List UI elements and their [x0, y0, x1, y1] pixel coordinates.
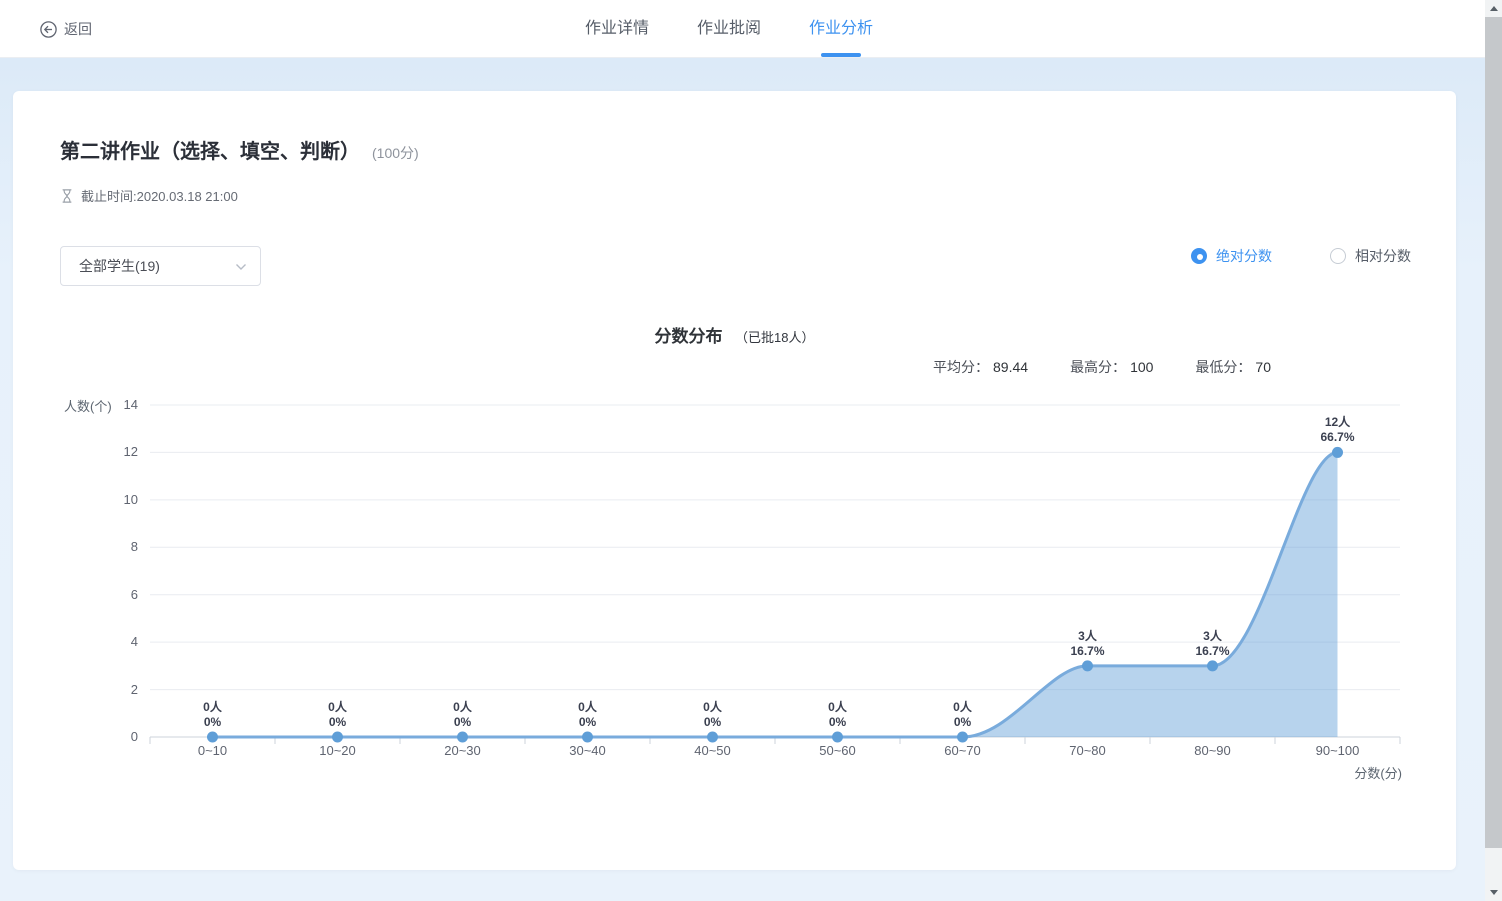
x-tick-label: 80~90	[1151, 743, 1275, 758]
y-tick-label: 4	[88, 634, 138, 649]
stat-max: 最高分：100	[1070, 357, 1153, 377]
tab-assignment-review[interactable]: 作业批阅	[697, 0, 761, 58]
vertical-scrollbar[interactable]	[1485, 0, 1502, 901]
student-filter-select[interactable]: 全部学生(19)	[60, 246, 261, 286]
x-tick-label: 30~40	[526, 743, 650, 758]
hourglass-icon	[60, 188, 74, 204]
data-point-label: 3人16.7%	[1043, 629, 1133, 659]
data-point-label: 0人0%	[293, 700, 383, 730]
chart-subtitle: （已批18人）	[735, 330, 814, 345]
y-tick-label: 6	[88, 587, 138, 602]
score-stats-row: 平均分：89.44 最高分：100 最低分：70	[933, 357, 1271, 377]
x-tick-label: 60~70	[901, 743, 1025, 758]
data-point-label: 0人0%	[918, 700, 1008, 730]
data-point-label: 0人0%	[543, 700, 633, 730]
assignment-total-score: (100分)	[372, 143, 419, 163]
x-tick-label: 10~20	[276, 743, 400, 758]
scrollbar-up-button[interactable]	[1485, 0, 1502, 17]
x-tick-label: 20~30	[401, 743, 525, 758]
y-tick-label: 14	[88, 397, 138, 412]
scrollbar-down-button[interactable]	[1485, 884, 1502, 901]
student-filter-value: 全部学生(19)	[79, 256, 160, 276]
radio-label: 相对分数	[1355, 246, 1411, 266]
stat-min: 最低分：70	[1195, 357, 1271, 377]
data-point-label: 0人0%	[418, 700, 508, 730]
back-button[interactable]: 返回	[40, 0, 92, 58]
radio-label: 绝对分数	[1216, 246, 1272, 266]
y-tick-label: 12	[88, 444, 138, 459]
radio-circle-icon	[1330, 248, 1346, 264]
scroll-up-icon	[1490, 6, 1498, 11]
radio-circle-icon	[1191, 248, 1207, 264]
y-tick-label: 8	[88, 539, 138, 554]
radio-absolute-score[interactable]: 绝对分数	[1191, 246, 1272, 266]
assignment-title-row: 第二讲作业（选择、填空、判断） (100分)	[60, 135, 419, 164]
top-navigation-bar: 返回 作业详情 作业批阅 作业分析	[0, 0, 1485, 58]
y-tick-label: 10	[88, 492, 138, 507]
analysis-card: 第二讲作业（选择、填空、判断） (100分) 截止时间:2020.03.18 2…	[13, 91, 1456, 870]
data-point-label: 0人0%	[168, 700, 258, 730]
deadline-text: 截止时间:2020.03.18 21:00	[81, 186, 238, 205]
y-tick-label: 2	[88, 682, 138, 697]
deadline-row: 截止时间:2020.03.18 21:00	[60, 186, 238, 205]
x-tick-label: 40~50	[651, 743, 775, 758]
x-tick-label: 70~80	[1026, 743, 1150, 758]
assignment-title: 第二讲作业（选择、填空、判断）	[60, 135, 360, 164]
data-point-label: 3人16.7%	[1168, 629, 1258, 659]
data-point-label: 0人0%	[668, 700, 758, 730]
y-tick-label: 0	[88, 729, 138, 744]
score-distribution-chart: 人数(个) 分数(分) 024681012140~1010~2020~3030~…	[150, 405, 1400, 817]
tab-assignment-details[interactable]: 作业详情	[585, 0, 649, 58]
radio-relative-score[interactable]: 相对分数	[1330, 246, 1411, 266]
x-tick-label: 90~100	[1276, 743, 1400, 758]
tab-assignment-analysis[interactable]: 作业分析	[809, 0, 873, 58]
back-arrow-icon	[40, 21, 57, 38]
tab-bar: 作业详情 作业批阅 作业分析	[585, 0, 873, 58]
back-label: 返回	[64, 19, 92, 39]
chart-title: 分数分布	[655, 327, 723, 346]
x-tick-label: 0~10	[151, 743, 275, 758]
x-tick-label: 50~60	[776, 743, 900, 758]
scroll-down-icon	[1490, 890, 1498, 895]
chevron-down-icon	[235, 263, 247, 271]
x-axis-label: 分数(分)	[1354, 763, 1402, 782]
data-point-label: 0人0%	[793, 700, 883, 730]
score-mode-radio-group: 绝对分数 相对分数	[1191, 246, 1411, 266]
stat-average: 平均分：89.44	[933, 357, 1028, 377]
data-point-label: 12人66.7%	[1293, 415, 1383, 445]
scrollbar-thumb[interactable]	[1485, 17, 1502, 848]
chart-header: 分数分布 （已批18人）	[13, 322, 1456, 347]
